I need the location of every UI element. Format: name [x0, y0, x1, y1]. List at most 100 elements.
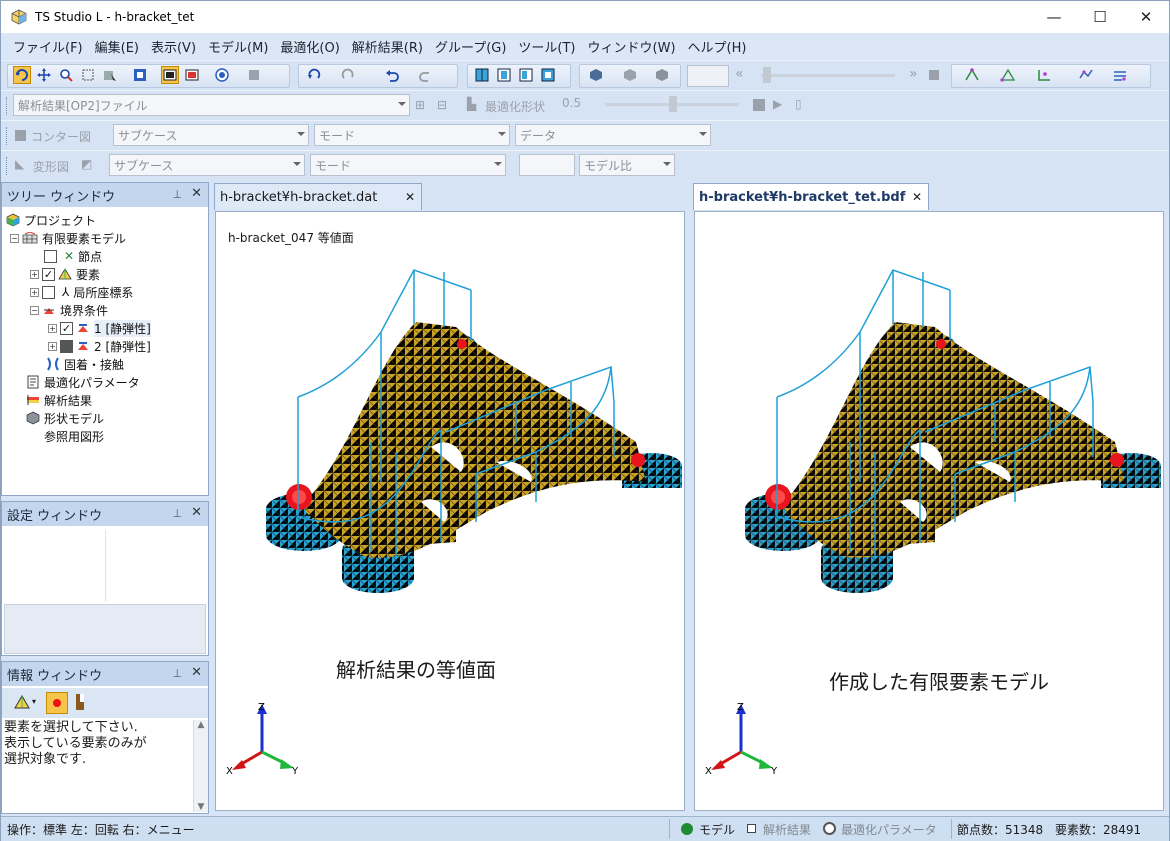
tree-node-local-coords[interactable]: + ⅄ 局所座標系 [30, 283, 133, 301]
deform-mode-combo[interactable]: モード [310, 154, 506, 176]
anim-frame-field[interactable] [687, 65, 729, 87]
menu-help[interactable]: ヘルプ(H) [682, 37, 753, 56]
node-tool-icon[interactable] [963, 66, 981, 84]
zoom-icon[interactable] [57, 66, 75, 84]
deform-subcase-combo[interactable]: サブケース [109, 154, 305, 176]
tree-node-reference-shapes[interactable]: 参照用図形 [44, 427, 104, 445]
model-ratio-combo[interactable]: モデル比 [579, 154, 675, 176]
layout3-icon[interactable] [517, 66, 535, 84]
tree-node-project[interactable]: プロジェクト [6, 211, 96, 229]
box-icon[interactable] [587, 66, 605, 84]
chevron-down-icon[interactable]: ▾ [32, 697, 36, 706]
tree-node-nodes[interactable]: ✕ 節点 [44, 247, 102, 265]
viewport-left[interactable]: h-bracket_047 等値面 解析結果の等値面 Z X Y [215, 211, 685, 811]
expand-icon[interactable]: + [48, 323, 57, 333]
tree-node-bc-2[interactable]: +2 [静弾性] [48, 337, 151, 355]
opt-slider-thumb[interactable] [669, 96, 677, 112]
result-file-combo[interactable]: 解析結果[OP2]ファイル [13, 94, 410, 116]
tab-h-bracket-dat[interactable]: h-bracket¥h-bracket.dat ✕ [214, 183, 422, 210]
close-icon[interactable]: ✕ [191, 665, 202, 680]
visibility-checkbox[interactable] [44, 249, 57, 263]
scroll-up-icon[interactable]: ▲ [194, 720, 208, 730]
collapse-icon[interactable]: − [30, 305, 39, 315]
opt-play-icon[interactable]: ▶ [773, 97, 782, 111]
undo-view-icon[interactable] [305, 66, 323, 84]
close-icon[interactable]: ✕ [191, 186, 202, 201]
fit-icon[interactable] [131, 66, 149, 84]
layout2-icon[interactable] [495, 66, 513, 84]
stop-icon[interactable] [929, 70, 939, 80]
element-pick-icon[interactable] [14, 694, 30, 710]
redo-view-icon[interactable] [339, 66, 357, 84]
menu-group[interactable]: グループ(G) [429, 37, 512, 56]
check2-tool-icon[interactable] [1111, 66, 1129, 84]
deform-anim-icon[interactable]: ◩ [81, 157, 92, 171]
tab-close-icon[interactable]: ✕ [405, 190, 415, 204]
element-tool-icon[interactable] [999, 66, 1017, 84]
close-icon[interactable]: ✕ [191, 505, 202, 520]
menu-view[interactable]: 表示(V) [145, 37, 202, 56]
visibility-checkbox[interactable]: ✓ [60, 321, 73, 335]
contour-data-combo[interactable]: データ [515, 124, 711, 146]
forward-icon[interactable]: » [909, 66, 918, 82]
tree-node-elements[interactable]: + ✓ 要素 [30, 265, 100, 283]
menu-model[interactable]: モデル(M) [202, 37, 274, 56]
redo-icon[interactable] [417, 66, 435, 84]
tree-node-fe-model[interactable]: − 有限要素モデル [10, 229, 126, 247]
status-model[interactable]: モデル [699, 821, 735, 838]
menu-file[interactable]: ファイル(F) [7, 37, 89, 56]
contour-mode-combo[interactable]: モード [314, 124, 510, 146]
tree-node-contact[interactable]: 固着・接触 [46, 355, 124, 373]
maximize-button[interactable]: ☐ [1077, 1, 1123, 33]
anim-slider[interactable] [761, 74, 895, 77]
select-icon[interactable] [101, 66, 119, 84]
deform-label[interactable]: 変形図 [33, 158, 69, 175]
layout4-icon[interactable] [539, 66, 557, 84]
display-mode2-icon[interactable] [183, 66, 201, 84]
expand-icon[interactable]: + [30, 287, 39, 297]
menu-tools[interactable]: ツール(T) [512, 37, 581, 56]
expand-icon[interactable]: + [30, 269, 39, 279]
result-open-icon[interactable]: ⊞ [415, 98, 425, 112]
deform-icon[interactable]: ◣ [15, 157, 24, 171]
check-tool-icon[interactable] [1077, 66, 1095, 84]
tree-node-shape-model[interactable]: 形状モデル [26, 409, 104, 427]
rotate-icon[interactable] [13, 66, 31, 84]
tab-h-bracket-tet-bdf[interactable]: h-bracket¥h-bracket_tet.bdf ✕ [693, 183, 929, 210]
opt-shape-icon[interactable]: ▙ [467, 97, 476, 111]
visibility-checkbox[interactable] [42, 285, 55, 299]
pan-icon[interactable] [35, 66, 53, 84]
tree-node-opt-params[interactable]: 最適化パラメータ [26, 373, 140, 391]
menu-edit[interactable]: 編集(E) [89, 37, 145, 56]
hex2-icon[interactable] [653, 66, 671, 84]
contour-label[interactable]: コンター図 [31, 128, 91, 145]
status-opt-param[interactable]: 最適化パラメータ [841, 821, 937, 838]
menu-optimize[interactable]: 最適化(O) [274, 37, 345, 56]
tree-node-bc-1[interactable]: + ✓ 1 [静弾性] [48, 319, 151, 337]
target-icon[interactable] [213, 66, 231, 84]
close-button[interactable]: ✕ [1123, 1, 1169, 33]
coord-tool-icon[interactable] [1035, 66, 1053, 84]
tree-node-results[interactable]: 解析結果 [26, 391, 92, 409]
info-property-icon[interactable] [74, 693, 86, 711]
status-result[interactable]: 解析結果 [763, 821, 811, 838]
toolbar-grip[interactable] [6, 97, 9, 115]
hex-icon[interactable] [621, 66, 639, 84]
contour-icon[interactable] [15, 130, 26, 141]
anim-slider-thumb[interactable] [763, 67, 771, 83]
contour-subcase-combo[interactable]: サブケース [113, 124, 309, 146]
expand-icon[interactable]: + [48, 341, 57, 351]
collapse-icon[interactable]: − [10, 233, 19, 243]
layout1-icon[interactable] [473, 66, 491, 84]
info-scrollbar[interactable]: ▲ ▼ [193, 720, 208, 812]
minimize-button[interactable]: — [1031, 1, 1077, 33]
toolbar-grip[interactable] [6, 157, 9, 175]
rewind-icon[interactable]: « [735, 66, 744, 82]
tab-close-icon[interactable]: ✕ [912, 190, 922, 204]
pin-icon[interactable]: ⊥ [172, 507, 182, 520]
undo-icon[interactable] [383, 66, 401, 84]
zoom-box-icon[interactable] [79, 66, 97, 84]
display-mode-icon[interactable] [161, 66, 179, 84]
viewport-right[interactable]: 作成した有限要素モデル Z X Y [694, 211, 1164, 811]
menu-window[interactable]: ウィンドウ(W) [582, 37, 682, 56]
